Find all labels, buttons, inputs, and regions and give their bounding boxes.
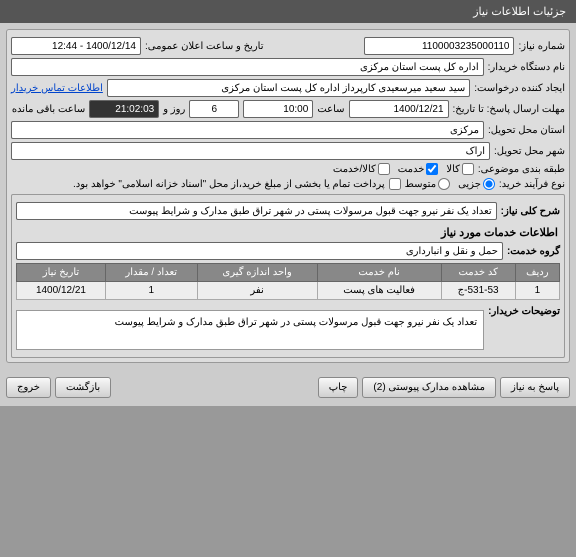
details-panel: شماره نیاز: تاریخ و ساعت اعلان عمومی: نا… [6, 29, 570, 363]
pt-opt-medium-text: متوسط [405, 179, 436, 190]
back-button[interactable]: بازگشت [55, 377, 111, 398]
th-qty: تعداد / مقدار [105, 264, 197, 282]
table-row[interactable]: 1 531-53-ج فعالیت های پست نفر 1 1400/12/… [17, 282, 560, 300]
window-titlebar: جزئیات اطلاعات نیاز [0, 0, 576, 23]
deadline-time-input[interactable] [243, 100, 313, 118]
th-date: تاریخ نیاز [17, 264, 106, 282]
class-opt-service[interactable]: خدمت [398, 163, 439, 175]
services-info-heading: اطلاعات خدمات مورد نیاز [18, 226, 558, 239]
buyer-note-label: توضیحات خریدار: [488, 306, 560, 317]
attachments-button[interactable]: مشاهده مدارک پیوستی (2) [362, 377, 496, 398]
print-button[interactable]: چاپ [318, 377, 359, 398]
remain-time-input [89, 100, 159, 118]
cell-code: 531-53-ج [441, 282, 515, 300]
pt-opt-medium[interactable]: متوسط [405, 178, 450, 190]
purchase-type-label: نوع فرآیند خرید: [499, 179, 565, 190]
contact-link[interactable]: اطلاعات تماس خریدار [11, 83, 103, 94]
pt-opt-partial-text: جزیی [458, 179, 481, 190]
cell-name: فعالیت های پست [317, 282, 441, 300]
svc-group-label: گروه خدمت: [507, 246, 560, 257]
cell-unit: نفر [197, 282, 317, 300]
buyer-note-box: تعداد یک نفر نیرو جهت قبول مرسولات پستی … [16, 310, 484, 350]
pt-note-check[interactable] [389, 178, 401, 190]
cell-date: 1400/12/21 [17, 282, 106, 300]
announce-input[interactable] [11, 37, 141, 55]
remain-label: ساعت باقی مانده [12, 104, 85, 115]
class-opt-both-text: کالا/خدمت [333, 164, 376, 175]
exit-button[interactable]: خروج [6, 377, 51, 398]
class-opt-goods-text: کالا [446, 164, 460, 175]
deadline-date-input[interactable] [349, 100, 449, 118]
requester-label: ایجاد کننده درخواست: [474, 83, 565, 94]
deadline-label: مهلت ارسال پاسخ: تا تاریخ: [453, 104, 565, 115]
announce-label: تاریخ و ساعت اعلان عمومی: [145, 41, 264, 52]
buyer-input[interactable] [11, 58, 484, 76]
need-number-input[interactable] [364, 37, 514, 55]
th-code: کد خدمت [441, 264, 515, 282]
footer-bar: پاسخ به نیاز مشاهده مدارک پیوستی (2) چاپ… [0, 369, 576, 406]
city-input[interactable] [11, 142, 490, 160]
buyer-label: نام دستگاه خریدار: [488, 62, 565, 73]
pt-opt-partial[interactable]: جزیی [458, 178, 495, 190]
svc-group-input[interactable] [16, 242, 503, 260]
th-row: ردیف [515, 264, 559, 282]
class-opt-goods[interactable]: کالا [446, 163, 474, 175]
general-desc-input[interactable] [16, 202, 497, 220]
class-label: طبقه بندی موضوعی: [478, 164, 565, 175]
cell-row: 1 [515, 282, 559, 300]
class-opt-service-text: خدمت [398, 164, 425, 175]
general-desc-label: شرح کلی نیاز: [501, 206, 560, 217]
time-label-1: ساعت [317, 104, 344, 115]
th-name: نام خدمت [317, 264, 441, 282]
city-label: شهر محل تحویل: [494, 146, 565, 157]
need-number-label: شماره نیاز: [518, 41, 565, 52]
th-unit: واحد اندازه گیری [197, 264, 317, 282]
requester-input[interactable] [107, 79, 470, 97]
services-table: ردیف کد خدمت نام خدمت واحد اندازه گیری ت… [16, 263, 560, 300]
cell-qty: 1 [105, 282, 197, 300]
pt-note-text: پرداخت تمام یا بخشی از مبلغ خرید،از محل … [73, 179, 385, 190]
province-label: استان محل تحویل: [488, 125, 565, 136]
days-label: روز و [163, 104, 185, 115]
respond-button[interactable]: پاسخ به نیاز [500, 377, 570, 398]
province-input[interactable] [11, 121, 484, 139]
class-opt-both[interactable]: کالا/خدمت [333, 163, 390, 175]
days-input[interactable] [189, 100, 239, 118]
